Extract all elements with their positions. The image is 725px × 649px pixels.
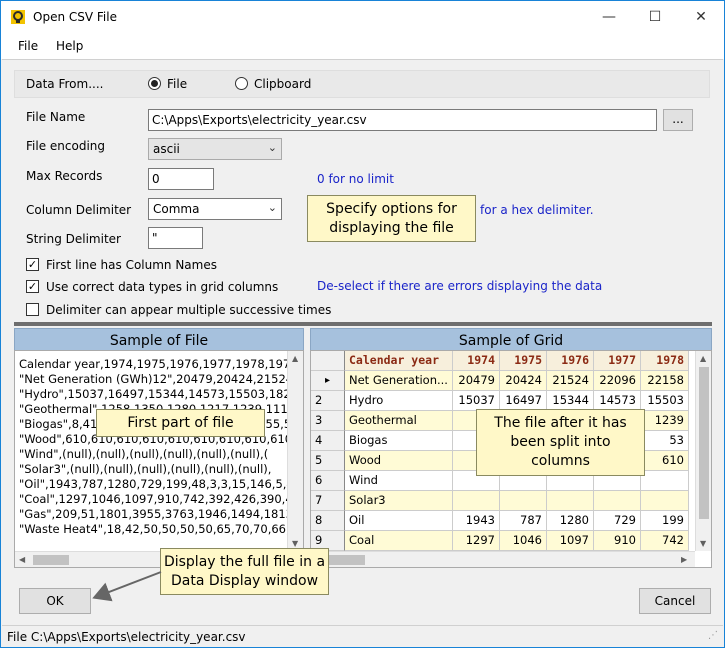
status-text: File C:\Apps\Exports\electricity_year.cs… xyxy=(7,630,246,644)
callout-arrow xyxy=(92,571,162,602)
status-bar: File C:\Apps\Exports\electricity_year.cs… xyxy=(2,625,723,647)
resize-grip-icon[interactable]: ⋰ xyxy=(708,630,718,641)
open-csv-window: Open CSV File — ☐ ✕ File Help Data From.… xyxy=(0,0,725,648)
